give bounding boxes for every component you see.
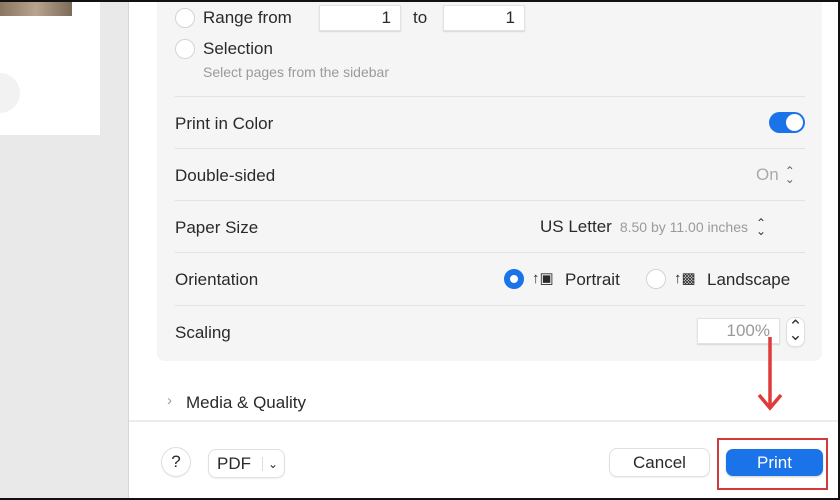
chevron-right-icon[interactable]: › <box>167 392 172 409</box>
portrait-label: Portrait <box>565 270 620 289</box>
annotation-highlight-box <box>717 438 828 490</box>
print-in-color-toggle[interactable] <box>769 112 805 133</box>
paper-size-detail: 8.50 by 11.00 inches <box>619 219 748 235</box>
scaling-stepper[interactable]: ⌃ ⌄ <box>787 318 804 346</box>
double-sided-value: On <box>756 165 779 184</box>
footer-divider <box>129 420 840 422</box>
range-label: Range from <box>203 8 292 27</box>
portrait-icon: ↑▣ <box>532 270 554 287</box>
landscape-radio[interactable] <box>646 269 666 289</box>
divider <box>175 96 805 97</box>
print-in-color-label: Print in Color <box>175 114 274 133</box>
range-from-input[interactable]: 1 <box>319 5 401 31</box>
selection-label: Selection <box>203 39 273 58</box>
landscape-label: Landscape <box>707 270 791 289</box>
scaling-label: Scaling <box>175 323 231 342</box>
help-button[interactable]: ? <box>162 448 190 476</box>
thumbnail-image <box>0 0 72 16</box>
cancel-button[interactable]: Cancel <box>610 449 709 476</box>
range-to-input[interactable]: 1 <box>443 5 525 31</box>
double-sided-select[interactable]: On ⌃ ⌄ <box>756 165 795 185</box>
preview-sidebar <box>0 0 129 500</box>
orientation-label: Orientation <box>175 270 259 289</box>
paper-size-select[interactable]: US Letter 8.50 by 11.00 inches ⌃ ⌄ <box>540 217 766 237</box>
double-sided-label: Double-sided <box>175 166 276 185</box>
portrait-radio[interactable] <box>504 269 524 289</box>
page-thumbnail[interactable] <box>0 0 100 135</box>
paper-size-label: Paper Size <box>175 218 259 237</box>
divider <box>175 148 805 149</box>
pdf-menu-button[interactable]: PDF ⌄ <box>209 450 284 477</box>
chevron-updown-icon: ⌃ ⌄ <box>784 164 795 186</box>
divider <box>175 252 805 253</box>
chevron-down-icon: ⌄ <box>261 456 278 471</box>
annotation-arrow-icon <box>757 337 783 411</box>
divider <box>175 305 805 306</box>
selection-radio[interactable] <box>175 39 195 59</box>
range-radio[interactable] <box>175 8 195 28</box>
pdf-label: PDF <box>217 453 251 473</box>
media-quality-disclosure[interactable]: Media & Quality <box>186 393 306 413</box>
divider <box>175 200 805 201</box>
to-label: to <box>413 8 428 27</box>
landscape-icon: ↑▩ <box>674 270 696 287</box>
selection-hint: Select pages from the sidebar <box>203 64 389 80</box>
chevron-updown-icon: ⌃ ⌄ <box>755 216 767 238</box>
paper-size-value: US Letter <box>540 217 612 236</box>
